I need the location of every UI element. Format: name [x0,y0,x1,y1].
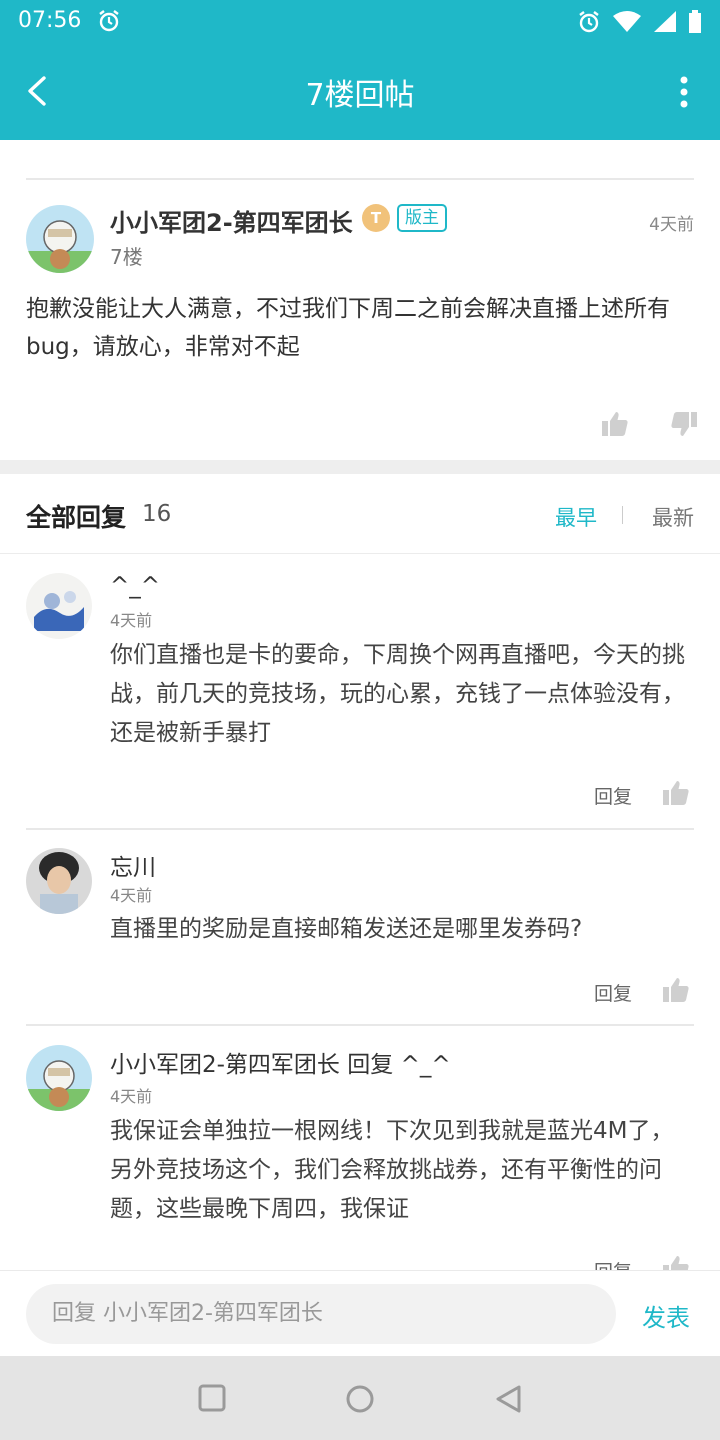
back-icon[interactable] [494,1384,522,1414]
reply-button[interactable]: 回复 [594,782,632,809]
thumb-up-icon[interactable] [662,779,690,807]
signal-icon [654,11,676,32]
thumb-up-icon[interactable] [601,410,629,438]
divider [26,178,694,180]
status-bar: 07:56 [0,0,720,44]
sort-latest-tab[interactable]: 最新 [652,502,694,532]
reply-time: 4天前 [110,1087,153,1106]
sort-earliest-tab[interactable]: 最早 [555,502,597,532]
reply-author-name[interactable]: 小小军团2-第四军团长 回复 ^_^ [110,1045,451,1079]
divider [26,1024,694,1026]
post-content: 抱歉没能让大人满意，不过我们下周二之前会解决直播上述所有bug，请放心，非常对不… [26,296,670,360]
recents-icon[interactable] [198,1384,226,1412]
wifi-icon [613,11,641,32]
post-author-name[interactable]: 小小军团2-第四军团长 [110,203,353,238]
reply-content: 我保证会单独拉一根网线！下次见到我就是蓝光4M了，另外竞技场这个，我们会释放挑战… [110,1118,674,1222]
alarm-icon [579,11,599,33]
moderator-badge: 版主 [397,204,447,232]
reply-content: 你们直播也是卡的要命，下周换个网再直播吧，今天的挑战，前几天的竞技场，玩的心累，… [110,642,685,746]
battery-icon [689,10,701,33]
divider [0,553,720,554]
divider [622,506,623,524]
thumb-up-icon[interactable] [662,976,690,1004]
post-floor: 7楼 [110,245,143,269]
replies-title: 全部回复 [26,503,127,532]
more-options-icon[interactable] [678,76,690,108]
reply-avatar[interactable] [26,848,92,914]
level-badge: T [362,204,390,232]
reply-author-name[interactable]: ^_^ [110,573,160,599]
reply-author-name[interactable]: 忘川 [110,848,156,882]
replies-count: 16 [142,501,172,527]
reply-content: 直播里的奖励是直接邮箱发送还是哪里发券码? [110,916,583,942]
system-nav-bar [0,1356,720,1440]
thumb-down-icon[interactable] [670,410,698,438]
send-button[interactable]: 发表 [642,1298,690,1333]
divider [26,828,694,830]
reply-to-prefix: 回复 [347,1052,394,1078]
author-avatar[interactable] [26,205,94,273]
reply-author-name-text[interactable]: 小小军团2-第四军团长 [110,1052,340,1078]
status-time: 07:56 [18,8,82,33]
reply-avatar[interactable] [26,573,92,639]
reply-time: 4天前 [110,611,153,630]
home-icon[interactable] [345,1384,375,1414]
reply-input[interactable]: 回复 小小军团2-第四军团长 [26,1284,616,1344]
reply-button[interactable]: 回复 [594,979,632,1006]
post-time: 4天前 [649,215,694,235]
page-title: 7楼回帖 [305,78,415,113]
reply-time: 4天前 [110,886,153,905]
section-divider [0,460,720,474]
alarm-icon [96,8,122,38]
reply-avatar[interactable] [26,1045,92,1111]
status-icons [576,9,702,35]
reply-to-name[interactable]: ^_^ [401,1052,451,1078]
app-header: 07:56 7楼回帖 [0,0,720,140]
